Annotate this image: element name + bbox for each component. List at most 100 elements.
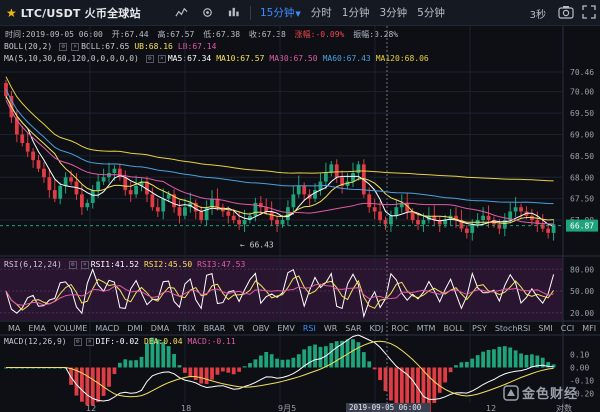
tab-psy[interactable]: PSY [472,324,487,333]
rsi3-value: RSI3:47.53 [197,260,246,269]
candle-body [519,207,523,212]
tab-macd[interactable]: MACD [95,324,119,333]
macd-histogram-bar [367,361,372,368]
macd-histogram-bar [96,367,101,403]
candle-body [155,207,160,212]
candle-body [134,185,139,195]
tab-obv[interactable]: OBV [252,324,269,333]
candle-body [42,168,46,178]
price-tick-label: 68.00 [570,173,594,182]
tab-boll[interactable]: BOLL [443,324,464,333]
tab-stochrsi[interactable]: StochRSI [495,324,531,333]
low-marker-label: ← 66.43 [240,240,274,249]
candle-body [372,207,377,212]
cursor-time-label: 2019-09-05 06:00 [349,403,422,412]
tab-mtm[interactable]: MTM [417,324,436,333]
candle-body [464,228,469,233]
macd-histogram-bar [513,350,518,368]
rsi-tick-label: 20.00 [570,309,594,318]
candle-body [378,211,382,221]
tab-emv[interactable]: EMV [277,324,294,333]
macd-histogram-bar [275,358,279,368]
candle-body [20,134,25,144]
indicator-tabs: MA EMA VOLUME MACD DMI DMA TRIX BRAR VR OBV EMV RSI… [0,322,596,335]
price-tick-label: 69.50 [570,109,594,118]
tab-dmi[interactable]: DMI [127,324,142,333]
macd-histogram-bar [432,367,437,403]
time-axis-label: 9月5 [278,404,296,412]
tab-rsi[interactable]: RSI [303,324,316,333]
rsi-close-icon[interactable]: × [80,260,89,269]
price-tick-label: 69.00 [570,130,594,139]
tab-roc[interactable]: ROC [391,324,408,333]
candle-body [31,151,36,161]
candle-body [25,143,30,152]
candle-body [351,172,355,182]
tab-ma[interactable]: MA [8,324,20,333]
tab-sar[interactable]: SAR [345,324,361,333]
macd-histogram-bar [128,360,133,368]
macd-histogram-bar [215,367,220,375]
tab-cci[interactable]: CCI [561,324,575,333]
macd-histogram-bar [502,346,507,368]
watermark: 金色财经 [503,383,578,402]
time-axis-label: 12 [486,404,496,412]
candle-body [367,194,372,208]
macd-histogram-bar [242,366,247,368]
candle-body [546,228,551,233]
macd-histogram-bar [519,353,523,368]
macd-close-icon[interactable]: × [85,337,94,346]
tab-trix[interactable]: TRIX [177,324,195,333]
tab-vr[interactable]: VR [233,324,244,333]
rsi-legend: RSI(6,12,24) ⚙ × RSI1:41.52 RSI2:45.50 R… [4,260,250,269]
candle-body [242,220,247,225]
macd-histogram-bar [183,367,187,373]
candle-body [36,160,41,169]
candle-body [237,220,242,225]
tab-volume[interactable]: VOLUME [54,324,88,333]
candle-body [166,194,171,199]
macd-histogram-bar [296,354,301,368]
candle-body [275,220,279,225]
time-axis-label: 12 [86,404,96,412]
tab-mfi[interactable]: MFI [582,324,596,333]
tab-ema[interactable]: EMA [28,324,45,333]
macd-histogram-bar [529,354,534,368]
macd-histogram-bar [486,349,491,368]
macd-histogram-bar [470,358,475,368]
tab-brar[interactable]: BRAR [204,324,226,333]
macd-histogram-bar [464,361,469,368]
macd-settings-icon[interactable]: ⚙ [73,337,82,346]
macd-histogram-bar [231,367,236,375]
macd-histogram-bar [210,367,214,380]
rsi-settings-icon[interactable]: ⚙ [68,260,77,269]
candle-body [112,168,117,173]
macd-histogram-bar [524,354,529,368]
rsi1-value: RSI1:41.52 [90,260,139,269]
macd-histogram-bar [443,367,448,383]
macd-histogram-bar [85,367,90,406]
macd-histogram-bar [123,359,128,368]
candle-body [513,207,518,212]
macd-histogram-bar [389,367,393,401]
candle-body [96,181,101,191]
macd-histogram-bar [475,355,480,368]
macd-histogram-bar [291,357,296,368]
candle-body [231,215,236,221]
tab-dma[interactable]: DMA [151,324,170,333]
macd-histogram-bar [454,365,458,368]
candle-body [47,177,52,191]
macd-histogram-bar [139,356,144,368]
chart-canvas[interactable]: ← 66.43 70.46 70.00 69.50 69.00 68.50 68.00 67.… [0,0,600,412]
candle-body [80,194,84,208]
macd-histogram-bar [204,367,209,384]
candle-body [486,215,491,221]
tab-smi[interactable]: SMI [538,324,552,333]
candle-body [269,211,274,221]
tab-kdj[interactable]: KDJ [370,324,384,333]
candle-body [389,215,393,225]
dif-value: DIF:-0.02 [95,337,139,346]
candle-body [90,190,95,203]
macd-histogram-bar [372,367,377,370]
tab-wr[interactable]: WR [324,324,337,333]
